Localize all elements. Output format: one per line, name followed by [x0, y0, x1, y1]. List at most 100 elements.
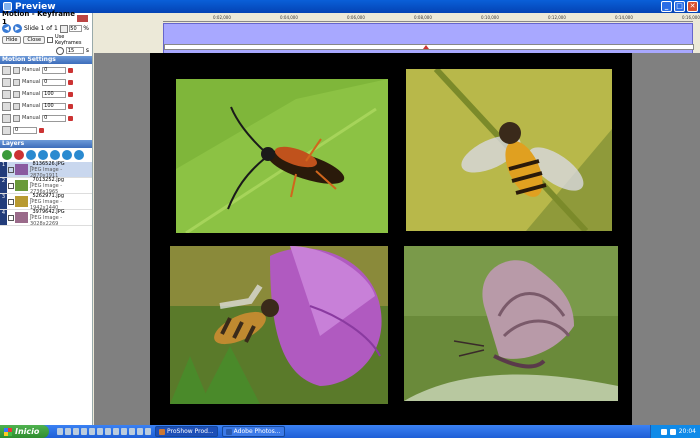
mode-icon[interactable]	[13, 66, 20, 74]
layer-edit-icon[interactable]	[50, 150, 60, 160]
reset-icon[interactable]	[68, 79, 74, 85]
quick-launch-icon[interactable]	[81, 428, 87, 435]
quick-launch-icon[interactable]	[73, 428, 79, 435]
layer-visible-checkbox[interactable]	[7, 166, 14, 173]
motion-value-field[interactable]: 0	[42, 66, 67, 74]
mode-label: Manual	[22, 67, 41, 73]
windows-logo-icon	[4, 427, 12, 436]
time-field[interactable]: 15	[65, 47, 84, 54]
quick-launch-icon[interactable]	[97, 428, 103, 435]
zoom-field[interactable]: 50	[69, 25, 83, 32]
use-keyframes-checkbox[interactable]	[47, 36, 53, 43]
slide-canvas[interactable]	[150, 53, 632, 425]
layers-header: Layers	[0, 140, 92, 148]
timeline-track[interactable]	[163, 23, 693, 55]
mode-icon[interactable]	[13, 102, 20, 110]
photo-butterfly[interactable]	[404, 246, 618, 401]
motion-setting-row: Manual 0	[0, 76, 92, 88]
ruler-tick-label: 0:16,000	[682, 15, 700, 20]
layer-visible-checkbox[interactable]	[7, 198, 14, 205]
reset-icon[interactable]	[39, 127, 44, 133]
mode-label: Manual	[22, 91, 41, 97]
remove-layer-icon[interactable]	[14, 150, 24, 160]
mode-icon[interactable]	[13, 78, 20, 86]
quick-launch-icon[interactable]	[129, 428, 135, 435]
ruler-tick-label: 0:06,000	[347, 15, 365, 20]
mode-label: Manual	[22, 79, 41, 85]
close-button[interactable]: ✕	[687, 1, 698, 12]
quick-launch-icon[interactable]	[105, 428, 111, 435]
zoom-icon[interactable]	[60, 24, 69, 33]
layer-props-icon[interactable]	[74, 150, 84, 160]
quick-launch-icon[interactable]	[113, 428, 119, 435]
motion-value-field[interactable]: 0	[13, 126, 37, 134]
mode-icon[interactable]	[13, 114, 20, 122]
motion-value-field[interactable]: 0	[42, 114, 67, 122]
title-bar: Preview _ □ ✕	[0, 0, 700, 13]
motion-setting-row: 0	[0, 124, 92, 136]
mode-label: Manual	[22, 115, 41, 121]
reset-icon[interactable]	[68, 67, 74, 73]
motion-value-field[interactable]: 100	[42, 90, 67, 98]
photo-bee-flower[interactable]	[170, 246, 388, 404]
quick-launch-icon[interactable]	[137, 428, 143, 435]
proshow-icon	[159, 428, 165, 435]
reset-icon[interactable]	[68, 115, 74, 121]
taskbar: Inicio ProShow Prod... Adobe Photos... 2…	[0, 425, 700, 438]
keyframe-toolbar-icon[interactable]	[76, 14, 88, 22]
motion-setting-row: Manual 0	[0, 64, 92, 76]
layer-thumbnail	[14, 196, 28, 207]
ruler-tick-label: 0:08,000	[414, 15, 432, 20]
next-slide-button[interactable]: ▶	[13, 24, 22, 33]
close-panel-button[interactable]: Close	[23, 35, 46, 44]
quick-launch-icon[interactable]	[65, 428, 71, 435]
add-layer-icon[interactable]	[2, 150, 12, 160]
network-icon[interactable]	[660, 428, 667, 435]
taskbar-item-proshow[interactable]: ProShow Prod...	[155, 426, 218, 437]
slide-nav-row: ◀ ▶ Slide 1 of 1 50 %	[0, 23, 92, 34]
layer-number: 2	[0, 178, 7, 193]
ruler-tick-label: 0:14,000	[615, 15, 633, 20]
mode-label: Manual	[22, 103, 41, 109]
playback-bar[interactable]	[164, 44, 694, 50]
minimize-button[interactable]: _	[661, 1, 672, 12]
volume-icon[interactable]	[669, 428, 676, 435]
motion-setting-icon	[2, 77, 11, 87]
layers-list: 1 _8136526.JPG JPEG Image - 2870x1911 2 _701…	[0, 161, 92, 227]
motion-setting-row: Manual 0	[0, 112, 92, 124]
taskbar-item-photoshop[interactable]: Adobe Photos...	[221, 426, 285, 437]
maximize-button[interactable]: □	[674, 1, 685, 12]
layer-copy-icon[interactable]	[62, 150, 72, 160]
photoshop-icon	[225, 428, 232, 435]
photo-hoverfly[interactable]	[406, 69, 612, 231]
layer-up-icon[interactable]	[26, 150, 36, 160]
motion-setting-icon	[2, 101, 11, 111]
motion-settings-list: Manual 0 Manual 0 Manual 100 Manual 100 Manual 0 0	[0, 64, 92, 136]
layer-thumbnail	[14, 164, 28, 175]
prev-slide-button[interactable]: ◀	[2, 24, 11, 33]
motion-value-field[interactable]: 0	[42, 78, 67, 86]
layer-thumbnail	[14, 212, 28, 223]
mode-icon[interactable]	[13, 90, 20, 98]
quick-launch-icon[interactable]	[57, 428, 63, 435]
photo-beetle[interactable]	[176, 79, 388, 233]
use-keyframes-label: Use Keyframes	[54, 33, 82, 46]
layer-visible-checkbox[interactable]	[7, 214, 14, 221]
motion-value-field[interactable]: 100	[42, 102, 67, 110]
clock-icon	[55, 46, 64, 55]
reset-icon[interactable]	[68, 91, 74, 97]
clock: 20:04	[678, 428, 696, 435]
motion-setting-row: Manual 100	[0, 100, 92, 112]
hide-button[interactable]: Hide	[2, 35, 22, 44]
layer-down-icon[interactable]	[38, 150, 48, 160]
time-unit: s	[85, 47, 89, 54]
reset-icon[interactable]	[68, 103, 74, 109]
layer-row[interactable]: 4 _3979642.JPG JPEG Image - 3028x2269	[0, 209, 92, 227]
quick-launch-icon[interactable]	[145, 428, 151, 435]
layer-number: 4	[0, 210, 7, 225]
quick-launch-icon[interactable]	[89, 428, 95, 435]
layer-visible-checkbox[interactable]	[7, 182, 14, 189]
start-button[interactable]: Inicio	[0, 425, 49, 438]
playhead-marker[interactable]	[423, 45, 429, 49]
quick-launch-icon[interactable]	[121, 428, 127, 435]
